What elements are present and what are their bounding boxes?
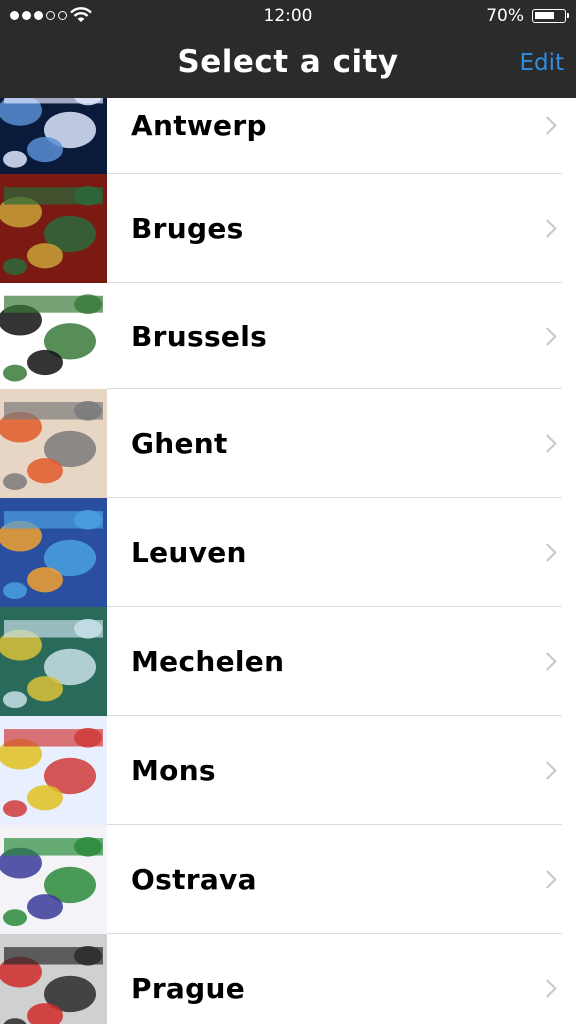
chevron-right-icon bbox=[538, 434, 557, 453]
city-name: Ghent bbox=[131, 427, 228, 460]
chevron-right-icon bbox=[538, 870, 557, 889]
city-row-prague[interactable]: Prague bbox=[0, 934, 576, 1024]
chevron-right-icon bbox=[538, 115, 557, 135]
navigation-bar: Select a city Edit bbox=[0, 32, 576, 98]
city-name: Antwerp bbox=[131, 108, 267, 142]
battery-level-fill bbox=[535, 12, 554, 19]
city-row-bruges[interactable]: Bruges bbox=[0, 174, 576, 283]
chevron-right-icon bbox=[538, 652, 557, 671]
city-row-antwerp[interactable]: Antwerp bbox=[0, 98, 576, 174]
city-map-thumbnail bbox=[0, 174, 107, 283]
chevron-right-icon bbox=[538, 761, 557, 780]
chevron-right-icon bbox=[538, 979, 557, 998]
chevron-right-icon bbox=[538, 326, 557, 346]
chevron-right-icon bbox=[538, 543, 557, 562]
city-name: Bruges bbox=[131, 212, 244, 245]
city-map-thumbnail bbox=[0, 283, 107, 389]
city-list[interactable]: Antwerp Bruges Brussels Ghent Leuven Mechelen… bbox=[0, 98, 576, 1024]
city-map-thumbnail bbox=[0, 498, 107, 607]
battery-percent: 70% bbox=[486, 6, 524, 26]
city-row-brussels[interactable]: Brussels bbox=[0, 283, 576, 389]
city-map-thumbnail bbox=[0, 607, 107, 716]
city-map-thumbnail bbox=[0, 389, 107, 498]
city-row-ghent[interactable]: Ghent bbox=[0, 389, 576, 498]
city-row-mons[interactable]: Mons bbox=[0, 716, 576, 825]
city-row-mechelen[interactable]: Mechelen bbox=[0, 607, 576, 716]
city-row-leuven[interactable]: Leuven bbox=[0, 498, 576, 607]
edit-button[interactable]: Edit bbox=[519, 50, 564, 76]
city-name: Ostrava bbox=[131, 863, 257, 896]
city-map-thumbnail bbox=[0, 825, 107, 934]
battery-nub bbox=[566, 13, 569, 18]
battery-icon bbox=[532, 9, 569, 23]
city-name: Brussels bbox=[131, 319, 268, 353]
city-map-thumbnail bbox=[0, 716, 107, 825]
city-row-ostrava[interactable]: Ostrava bbox=[0, 825, 576, 934]
city-name: Mons bbox=[131, 754, 216, 787]
city-name: Prague bbox=[131, 972, 245, 1005]
city-name: Mechelen bbox=[131, 645, 285, 678]
chevron-right-icon bbox=[538, 219, 557, 238]
city-name: Leuven bbox=[131, 536, 247, 569]
city-map-thumbnail bbox=[0, 98, 107, 174]
city-map-thumbnail bbox=[0, 934, 107, 1024]
status-bar: 12:00 70% bbox=[0, 0, 576, 32]
page-title: Select a city bbox=[177, 44, 399, 80]
